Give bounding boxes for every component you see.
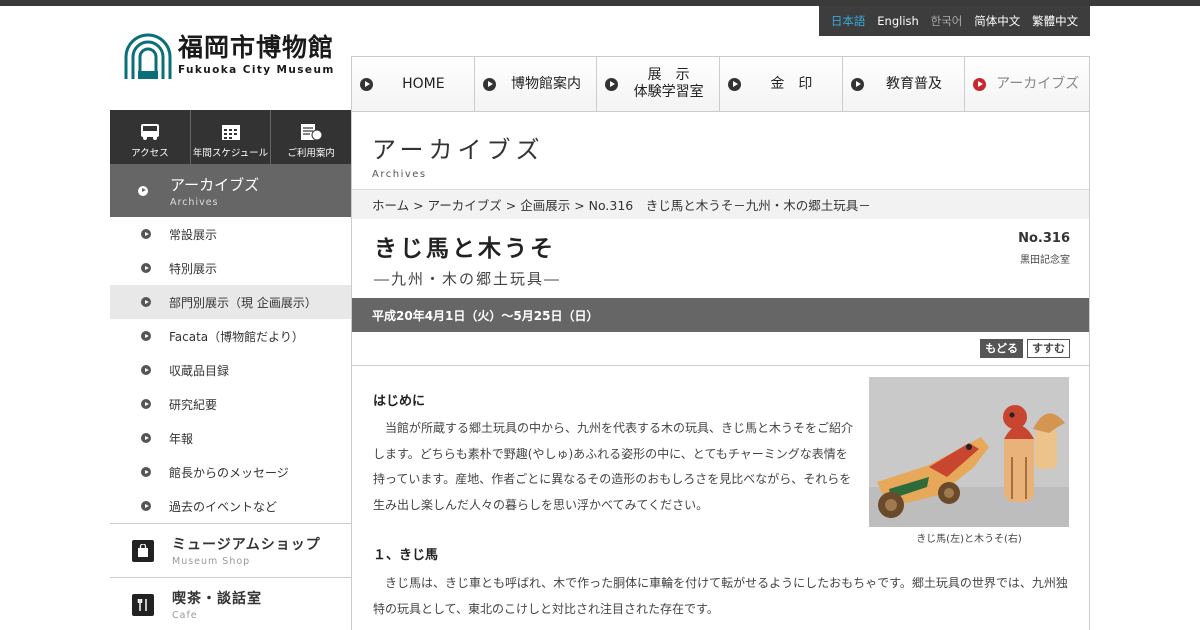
back-button[interactable]: もどる xyxy=(980,339,1023,358)
arrow-bullet-icon xyxy=(141,433,151,443)
exhibition-number: No.316 xyxy=(1018,231,1070,246)
sidebar-item-annual-report[interactable]: 年報 xyxy=(110,421,351,455)
cafe-subtitle: Cafe xyxy=(172,610,198,621)
intro-text: 当館が所蔵する郷土玩具の中から、九州を代表する木の玩具、きじ馬と木うそをご紹介し… xyxy=(373,421,854,512)
lang-korean[interactable]: 한국어 xyxy=(931,13,963,29)
exhibition-title: きじ馬と木うそ xyxy=(374,235,556,262)
arrow-bullet-icon xyxy=(141,263,151,273)
lang-english[interactable]: English xyxy=(877,14,919,28)
shopping-bag-icon xyxy=(132,539,154,562)
exhibition-header: きじ馬と木うそ ―九州・木の郷土玩具― No.316 黒田記念室 xyxy=(352,219,1089,298)
arrow-circle-icon xyxy=(728,77,742,91)
quick-link-guide[interactable]: ご利用案内 xyxy=(271,110,351,164)
nav-exhibition[interactable]: 展 示 体験学習室 xyxy=(597,57,721,111)
quick-link-schedule[interactable]: 年間スケジュール xyxy=(191,110,272,164)
arrow-bullet-icon xyxy=(141,331,151,341)
guide-icon xyxy=(301,124,323,141)
lang-japanese[interactable]: 日本語 xyxy=(831,13,866,29)
section-text-kijiuma: きじ馬は、きじ車とも呼ばれ、木で作った胴体に車輪を付けて転がせるようにしたおもち… xyxy=(373,576,1068,616)
arrow-bullet-icon xyxy=(141,467,151,477)
sidebar-link-shop[interactable]: ミュージアムショップ Museum Shop xyxy=(110,523,351,577)
sidebar-submenu: 常設展示 特別展示 部門別展示（現 企画展示） Facata（博物館だより） 収… xyxy=(110,217,351,523)
arrow-bullet-icon xyxy=(138,185,148,196)
sidebar-item-director-message[interactable]: 館長からのメッセージ xyxy=(110,455,351,489)
arrow-bullet-icon xyxy=(141,229,151,239)
quick-links: アクセス 年間スケジュール ご利用案内 xyxy=(110,110,351,164)
page-title-en: Archives xyxy=(372,169,427,180)
arrow-bullet-icon xyxy=(141,501,151,511)
sidebar: アクセス 年間スケジュール ご利用案内 アーカイブズ Archives 常設展示… xyxy=(110,110,352,630)
fork-knife-icon xyxy=(132,593,154,616)
quick-link-access[interactable]: アクセス xyxy=(110,110,191,164)
nav-education[interactable]: 教育普及 xyxy=(842,57,966,111)
arrow-circle-icon xyxy=(850,77,864,91)
article: はじめに 当館が所蔵する郷土玩具の中から、九州を代表する木の玩具、きじ馬と木うそ… xyxy=(352,366,1089,622)
bus-icon xyxy=(140,124,159,140)
lang-simplified-chinese[interactable]: 简体中文 xyxy=(974,13,1020,29)
language-switcher: 日本語 English 한국어 简体中文 繁體中文 xyxy=(819,6,1090,36)
photo-caption: きじ馬(左)と木うそ(右) xyxy=(916,534,1022,545)
sidebar-link-cafe[interactable]: 喫茶・談話室 Cafe xyxy=(110,577,351,630)
nav-archives[interactable]: アーカイブズ xyxy=(965,57,1090,111)
nav-home[interactable]: HOME xyxy=(352,57,475,111)
section-heading-kijiuma: １、きじ馬 xyxy=(373,548,439,563)
kijiuma-kiuso-image xyxy=(869,377,1069,527)
sidebar-section-subtitle: Archives xyxy=(170,196,219,208)
main-content: HOME 博物館案内 展 示 体験学習室 金 印 教育普及 アーカイブズ アーカ… xyxy=(351,56,1090,630)
toy-photo: きじ馬(左)と木うそ(右) xyxy=(869,377,1069,545)
calendar-icon xyxy=(221,125,240,140)
arrow-circle-icon xyxy=(482,77,496,91)
next-button[interactable]: すすむ xyxy=(1027,339,1070,358)
breadcrumb[interactable]: ホーム > アーカイブズ > 企画展示 > No.316 きじ馬と木うそ－九州・… xyxy=(352,189,1089,219)
sidebar-item-past-events[interactable]: 過去のイベントなど xyxy=(110,489,351,523)
nav-about[interactable]: 博物館案内 xyxy=(474,57,598,111)
arrow-circle-icon xyxy=(360,77,373,91)
page-title: アーカイブズ xyxy=(372,136,545,164)
lang-traditional-chinese[interactable]: 繁體中文 xyxy=(1032,13,1078,29)
exhibition-dates: 平成20年4月1日（火）～5月25日（日） xyxy=(352,298,1089,332)
sidebar-item-facata[interactable]: Facata（博物館だより） xyxy=(110,319,351,353)
nav-gold-seal[interactable]: 金 印 xyxy=(720,57,843,111)
arrow-bullet-icon xyxy=(141,399,151,409)
site-logo[interactable]: 福岡市博物館 Fukuoka City Museum xyxy=(124,33,335,81)
exhibition-room: 黒田記念室 xyxy=(1020,255,1070,266)
arrow-circle-icon xyxy=(973,77,987,91)
pager: もどる すすむ xyxy=(352,332,1089,366)
cafe-title: 喫茶・談話室 xyxy=(172,591,262,607)
arrow-circle-icon xyxy=(605,77,619,91)
museum-arch-icon xyxy=(124,33,172,79)
global-nav: HOME 博物館案内 展 示 体験学習室 金 印 教育普及 アーカイブズ xyxy=(352,57,1090,112)
page-heading: アーカイブズ Archives xyxy=(352,112,1089,189)
sidebar-item-bulletin[interactable]: 研究紀要 xyxy=(110,387,351,421)
sidebar-section-title: アーカイブズ xyxy=(170,175,260,194)
arrow-bullet-icon xyxy=(141,365,151,375)
exhibition-subtitle: ―九州・木の郷土玩具― xyxy=(374,270,562,288)
sidebar-item-catalog[interactable]: 収蔵品目録 xyxy=(110,353,351,387)
sidebar-section-archives[interactable]: アーカイブズ Archives xyxy=(110,164,351,217)
shop-title: ミュージアムショップ xyxy=(172,537,321,553)
arrow-bullet-icon xyxy=(141,297,151,307)
sidebar-item-department[interactable]: 部門別展示（現 企画展示） xyxy=(110,285,351,319)
logo-english-name: Fukuoka City Museum xyxy=(178,64,335,76)
sidebar-item-special[interactable]: 特別展示 xyxy=(110,251,351,285)
logo-japanese-name: 福岡市博物館 xyxy=(178,33,335,62)
shop-subtitle: Museum Shop xyxy=(172,556,251,567)
sidebar-item-permanent[interactable]: 常設展示 xyxy=(110,217,351,251)
